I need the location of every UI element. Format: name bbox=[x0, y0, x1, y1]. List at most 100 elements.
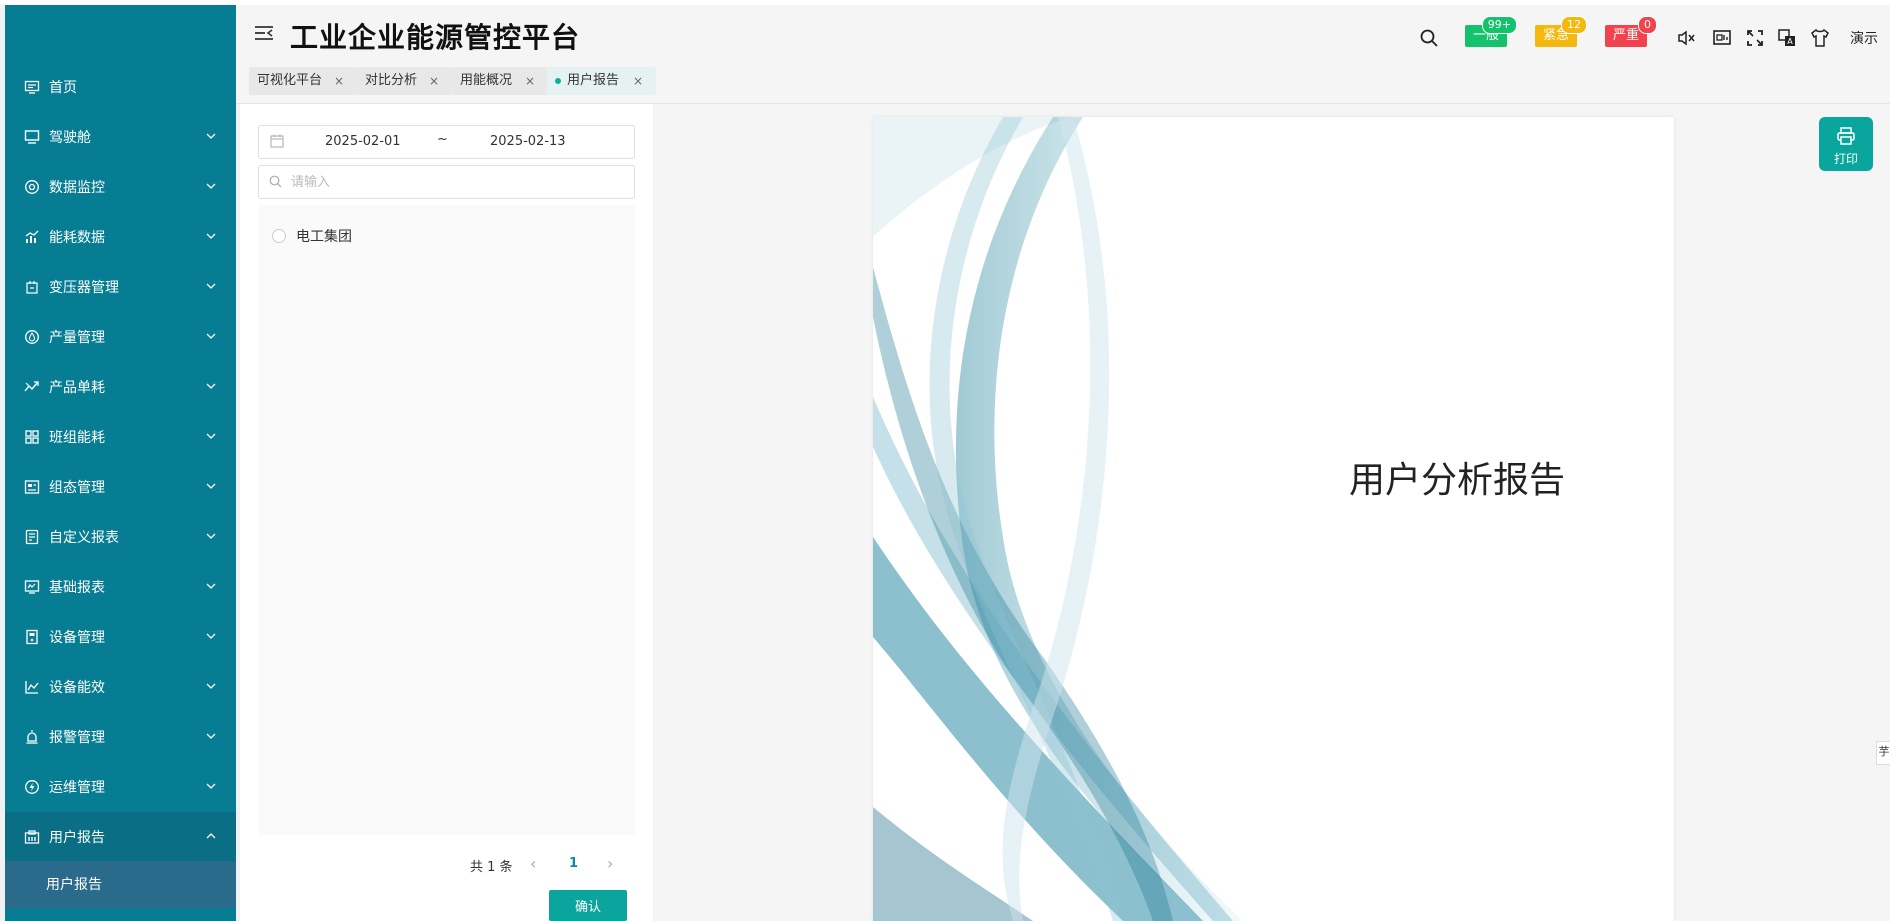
sidebar-item-label: 基础报表 bbox=[49, 580, 105, 596]
end-date[interactable]: 2025-02-13 bbox=[490, 134, 566, 149]
chevron-down-icon bbox=[206, 283, 216, 289]
sidebar-item-label: 能耗数据 bbox=[49, 230, 105, 246]
tab-user-report[interactable]: 用户报告 × bbox=[547, 67, 656, 95]
sidebar-item-data-monitoring[interactable]: 数据监控 bbox=[5, 162, 236, 212]
sidebar-item-maintenance[interactable]: 运维管理 bbox=[5, 762, 236, 812]
org-tree: 电工集团 bbox=[258, 205, 635, 835]
sidebar-item-label: 用户报告 bbox=[49, 830, 105, 846]
pagination-total: 共 1 条 bbox=[470, 860, 513, 875]
sidebar-item-device-efficiency[interactable]: 设备能效 bbox=[5, 662, 236, 712]
translate-icon[interactable]: A bbox=[1777, 28, 1797, 48]
sidebar-item-label: 产量管理 bbox=[49, 330, 105, 346]
monitor-icon bbox=[24, 130, 40, 144]
sidebar-item-user-report[interactable]: 用户报告 bbox=[5, 812, 236, 862]
sidebar: 首页 驾驶舱 数据监控 能耗数据 变压器管理 产量管理 产品单耗 班组能耗 组态… bbox=[5, 5, 236, 921]
sidebar-item-label: 报警管理 bbox=[49, 730, 105, 746]
svg-text:A: A bbox=[1787, 37, 1793, 46]
submenu-item-label: 用户报告 bbox=[46, 877, 102, 893]
side-tab-handle[interactable]: 芋 bbox=[1876, 741, 1890, 765]
close-icon[interactable]: × bbox=[334, 67, 344, 95]
sidebar-item-label: 设备管理 bbox=[49, 630, 105, 646]
tab-label: 可视化平台 bbox=[257, 73, 323, 88]
sidebar-item-team-energy[interactable]: 班组能耗 bbox=[5, 412, 236, 462]
sidebar-item-home[interactable]: 首页 bbox=[5, 62, 236, 112]
chevron-down-icon bbox=[206, 183, 216, 189]
sidebar-item-energy-data[interactable]: 能耗数据 bbox=[5, 212, 236, 262]
chevron-down-icon bbox=[206, 233, 216, 239]
lightning-icon bbox=[25, 780, 39, 794]
tab-comparison[interactable]: 对比分析 × bbox=[357, 67, 452, 95]
user-name[interactable]: 演示 bbox=[1850, 28, 1878, 48]
chevron-down-icon bbox=[206, 783, 216, 789]
chevron-down-icon bbox=[206, 133, 216, 139]
sidebar-item-label: 驾驶舱 bbox=[49, 130, 91, 146]
filter-panel: 2025-02-01 ~ 2025-02-13 电工集团 共 1 条 ‹ 1 ›… bbox=[240, 104, 653, 921]
search-field[interactable] bbox=[258, 165, 635, 199]
line-chart-icon bbox=[25, 681, 39, 694]
alarm-severe-badge[interactable]: 严重 0 bbox=[1605, 16, 1658, 47]
chevron-down-icon bbox=[206, 433, 216, 439]
trend-icon bbox=[24, 381, 39, 392]
sidebar-item-basic-report[interactable]: 基础报表 bbox=[5, 562, 236, 612]
alarm-count: 0 bbox=[1638, 16, 1658, 34]
menu-collapse-icon[interactable] bbox=[253, 22, 275, 44]
sidebar-item-transformer[interactable]: 变压器管理 bbox=[5, 262, 236, 312]
sidebar-item-label: 数据监控 bbox=[49, 180, 105, 196]
date-range-picker[interactable]: 2025-02-01 ~ 2025-02-13 bbox=[258, 125, 635, 159]
print-button[interactable]: 打印 bbox=[1819, 117, 1873, 171]
alarm-icon bbox=[26, 730, 38, 744]
chevron-down-icon bbox=[206, 683, 216, 689]
radio-button[interactable] bbox=[272, 229, 286, 243]
sidebar-item-unit-consumption[interactable]: 产品单耗 bbox=[5, 362, 236, 412]
sidebar-item-alarm-management[interactable]: 报警管理 bbox=[5, 712, 236, 762]
sidebar-item-label: 组态管理 bbox=[49, 480, 105, 496]
sidebar-item-cockpit[interactable]: 驾驶舱 bbox=[5, 112, 236, 162]
sidebar-item-configuration[interactable]: 组态管理 bbox=[5, 462, 236, 512]
app-title: 工业企业能源管控平台 bbox=[290, 21, 581, 54]
sidebar-item-label: 产品单耗 bbox=[49, 380, 105, 396]
wave-decoration-graphic bbox=[873, 117, 1243, 921]
fullscreen-icon[interactable] bbox=[1745, 28, 1765, 48]
chevron-up-icon bbox=[206, 833, 216, 839]
screen-icon[interactable] bbox=[1712, 28, 1732, 48]
tab-energy-overview[interactable]: 用能概况 × bbox=[452, 67, 548, 95]
monitoring-icon bbox=[25, 180, 39, 194]
sidebar-item-device-management[interactable]: 设备管理 bbox=[5, 612, 236, 662]
page-number[interactable]: 1 bbox=[569, 856, 578, 871]
tree-node-label: 电工集团 bbox=[296, 229, 352, 245]
mute-icon[interactable] bbox=[1676, 28, 1696, 48]
alarm-general-badge[interactable]: 一般 99+ bbox=[1465, 16, 1518, 47]
alarm-label: 严重 bbox=[1613, 28, 1640, 43]
calendar-icon bbox=[270, 134, 284, 148]
submenu-item-user-report[interactable]: 用户报告 bbox=[5, 861, 236, 908]
prev-page-button[interactable]: ‹ bbox=[530, 854, 536, 873]
report-title: 用户分析报告 bbox=[1349, 460, 1566, 501]
chevron-down-icon bbox=[206, 333, 216, 339]
transformer-icon bbox=[26, 281, 38, 294]
close-icon[interactable]: × bbox=[525, 67, 535, 95]
sidebar-item-label: 班组能耗 bbox=[49, 430, 105, 446]
close-icon[interactable]: × bbox=[633, 67, 643, 95]
confirm-button[interactable]: 确认 bbox=[549, 890, 627, 921]
date-separator: ~ bbox=[437, 132, 448, 147]
sidebar-item-production[interactable]: 产量管理 bbox=[5, 312, 236, 362]
dashboard-icon bbox=[24, 480, 40, 494]
chevron-down-icon bbox=[206, 383, 216, 389]
search-icon[interactable] bbox=[1419, 28, 1439, 48]
start-date[interactable]: 2025-02-01 bbox=[325, 134, 401, 149]
alarm-count: 99+ bbox=[1481, 16, 1518, 34]
alarm-urgent-badge[interactable]: 紧急 12 bbox=[1535, 16, 1588, 47]
search-input[interactable] bbox=[289, 171, 623, 193]
chevron-down-icon bbox=[206, 533, 216, 539]
sidebar-item-custom-report[interactable]: 自定义报表 bbox=[5, 512, 236, 562]
active-dot bbox=[555, 77, 561, 84]
next-page-button[interactable]: › bbox=[607, 854, 613, 873]
building-icon bbox=[24, 830, 40, 844]
tab-visual-platform[interactable]: 可视化平台 × bbox=[249, 67, 357, 95]
close-icon[interactable]: × bbox=[429, 67, 439, 95]
sidebar-item-label: 首页 bbox=[49, 80, 77, 96]
chevron-down-icon bbox=[206, 583, 216, 589]
sidebar-item-label: 设备能效 bbox=[49, 680, 105, 696]
theme-shirt-icon[interactable] bbox=[1810, 28, 1830, 48]
print-label: 打印 bbox=[1833, 152, 1858, 166]
